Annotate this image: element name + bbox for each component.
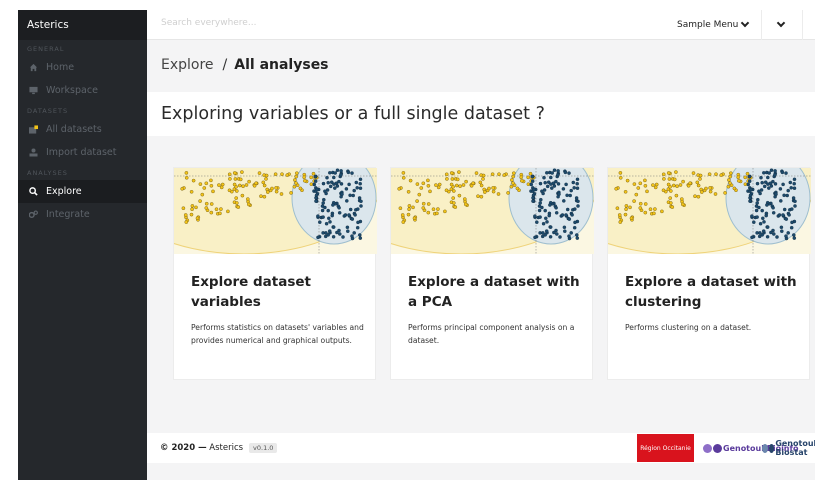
user-menu-dropdown[interactable]: [774, 10, 786, 40]
search-input[interactable]: [161, 18, 461, 28]
card-explore-clustering[interactable]: Explore a dataset with clustering Perfor…: [607, 167, 811, 380]
logo-text: Région Occitanie: [640, 444, 691, 452]
sidebar-item-all-datasets[interactable]: All datasets: [18, 118, 147, 141]
card-description: Performs statistics on datasets' variabl…: [191, 323, 364, 345]
card-description: Performs clustering on a dataset.: [625, 323, 752, 332]
sidebar-item-label: Import dataset: [46, 147, 117, 158]
card-explore-pca[interactable]: Explore a dataset with a PCA Performs pr…: [390, 167, 594, 380]
logo-mark-icon: [768, 443, 775, 453]
scatter-plot-thumbnail: [391, 168, 594, 254]
card-title: Explore a dataset with clustering: [625, 274, 797, 310]
sidebar-section-general: GENERAL: [27, 45, 65, 53]
top-bar: Sample Menu: [147, 10, 815, 40]
sidebar-item-label: Integrate: [46, 209, 90, 220]
sidebar-section-datasets: DATASETS: [27, 107, 69, 115]
upload-icon: [29, 148, 38, 157]
chevron-down-icon: [776, 18, 786, 28]
app-frame: Asterics GENERAL Home Workspace DATASETS…: [18, 10, 815, 480]
datasets-icon: [29, 125, 38, 134]
page-title: Exploring variables or a full single dat…: [161, 104, 545, 124]
divider: [761, 10, 762, 40]
monitor-icon: [29, 86, 38, 95]
card-title: Explore a dataset with a PCA: [408, 274, 580, 310]
logo-text: Genotoul Biostat: [775, 439, 815, 457]
occitanie-logo[interactable]: Région Occitanie: [637, 434, 694, 462]
copyright-text: © 2020 —: [160, 443, 207, 453]
sidebar-item-workspace[interactable]: Workspace: [18, 79, 147, 102]
home-icon: [29, 63, 38, 72]
sidebar-item-label: All datasets: [46, 124, 102, 135]
logo-mark-icon: [762, 443, 768, 453]
breadcrumb-current: All analyses: [234, 56, 329, 73]
app-brand[interactable]: Asterics: [18, 10, 147, 40]
logo-mark-icon: [703, 443, 712, 453]
breadcrumb-separator: /: [222, 56, 228, 73]
sample-menu-label: Sample Menu: [677, 20, 739, 30]
cogs-icon: [29, 210, 38, 219]
divider: [802, 10, 803, 40]
sidebar-item-home[interactable]: Home: [18, 56, 147, 79]
sidebar-item-integrate[interactable]: Integrate: [18, 203, 147, 226]
genotoul-biostat-logo[interactable]: Genotoul Biostat: [762, 439, 815, 457]
chevron-down-icon: [741, 18, 750, 28]
breadcrumb: Explore / All analyses: [147, 41, 815, 88]
sidebar-item-label: Home: [46, 62, 75, 73]
card-title: Explore dataset variables: [191, 274, 311, 310]
footer: © 2020 — Asterics v0.1.0 Région Occitani…: [147, 433, 815, 463]
sidebar-item-explore[interactable]: Explore: [18, 180, 147, 203]
version-badge: v0.1.0: [249, 443, 278, 453]
scatter-plot-thumbnail: [608, 168, 811, 254]
sidebar-section-analyses: ANALYSES: [27, 169, 68, 177]
page-heading-band: Exploring variables or a full single dat…: [147, 92, 815, 136]
footer-app-name: Asterics: [209, 443, 244, 453]
card-explore-variables[interactable]: Explore dataset variables Performs stati…: [173, 167, 377, 380]
sidebar-item-label: Explore: [46, 186, 82, 197]
card-description: Performs principal component analysis on…: [408, 323, 575, 345]
sample-menu-dropdown[interactable]: Sample Menu: [677, 10, 750, 40]
logo-mark-icon: [713, 443, 722, 453]
sidebar-item-label: Workspace: [46, 85, 98, 96]
sidebar-item-import-dataset[interactable]: Import dataset: [18, 141, 147, 164]
search-icon: [29, 187, 38, 196]
sidebar: Asterics GENERAL Home Workspace DATASETS…: [18, 10, 147, 480]
breadcrumb-explore-link[interactable]: Explore: [161, 57, 214, 73]
scatter-plot-thumbnail: [174, 168, 377, 254]
